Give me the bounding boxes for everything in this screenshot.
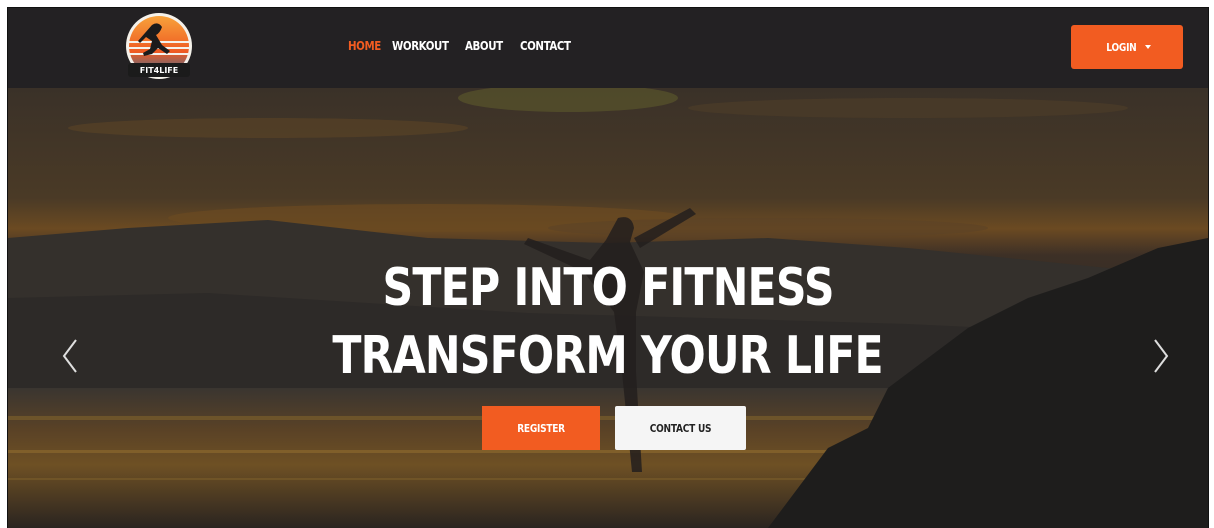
logo-emblem-icon: FIT4LIFE [126, 13, 192, 79]
chevron-right-icon [1154, 339, 1169, 373]
logo-text: FIT4LIFE [140, 66, 178, 75]
caret-down-icon [1144, 45, 1151, 49]
nav-item-about[interactable]: ABOUT [465, 38, 510, 53]
hero-title-line-2: TRANSFORM YOUR LIFE [8, 326, 1208, 386]
navbar: FIT4LIFE HOME WORKOUT ABOUT CONTACT LOGI… [8, 8, 1208, 88]
register-button[interactable]: REGISTER [482, 406, 600, 450]
contact-us-button[interactable]: CONTACT US [615, 406, 746, 450]
hero-title-line-2-text: TRANSFORM YOUR LIFE [332, 326, 884, 386]
carousel-next-button[interactable] [1145, 336, 1175, 376]
hero-title-line-1-text: STEP INTO FITNESS [382, 258, 834, 318]
nav-item-contact[interactable]: CONTACT [520, 38, 571, 53]
nav-item-home[interactable]: HOME [348, 38, 384, 53]
hero-slider: STEP INTO FITNESS TRANSFORM YOUR LIFE RE… [8, 88, 1208, 528]
contact-us-button-label: CONTACT US [649, 421, 712, 435]
page-frame: FIT4LIFE HOME WORKOUT ABOUT CONTACT LOGI… [7, 7, 1209, 528]
nav-item-workout[interactable]: WORKOUT [392, 38, 452, 53]
login-button[interactable]: LOGIN [1071, 25, 1183, 69]
hero-title-line-1: STEP INTO FITNESS [8, 258, 1208, 318]
logo[interactable]: FIT4LIFE [122, 11, 196, 85]
register-button-label: REGISTER [517, 421, 565, 435]
chevron-left-icon [62, 339, 77, 373]
carousel-prev-button[interactable] [56, 336, 86, 376]
login-label: LOGIN [1106, 40, 1137, 54]
main-nav: HOME WORKOUT ABOUT CONTACT [348, 38, 580, 53]
